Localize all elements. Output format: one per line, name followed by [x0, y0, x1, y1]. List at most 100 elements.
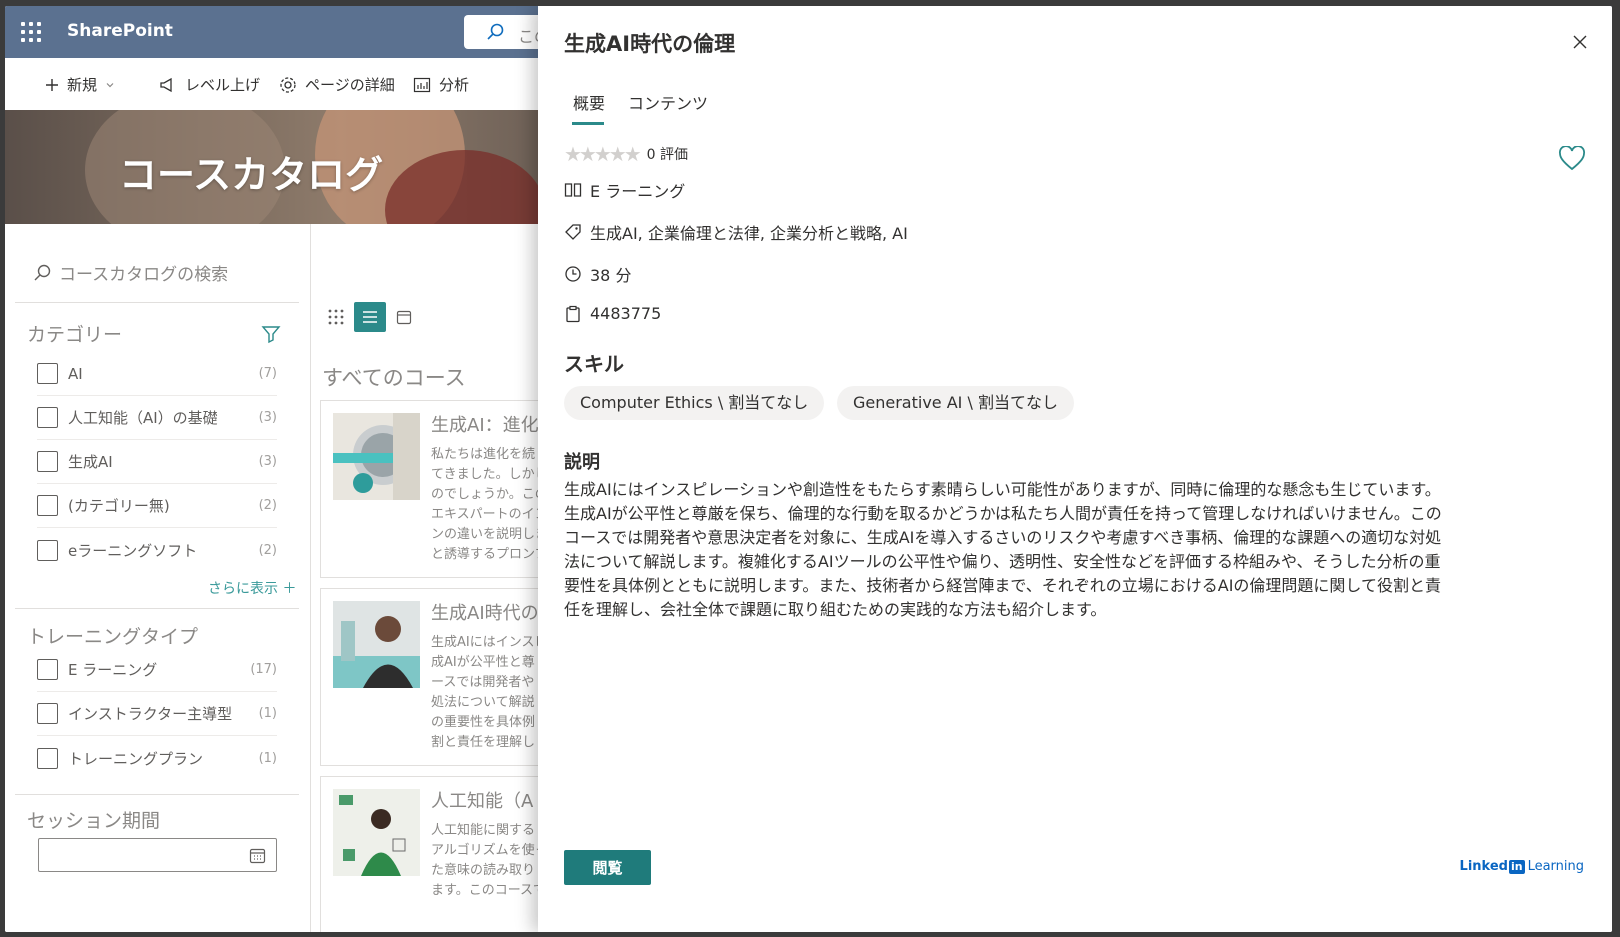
category-title: カテゴリー: [27, 324, 123, 346]
checkbox[interactable]: [37, 747, 58, 769]
calendar-view-icon[interactable]: [396, 309, 412, 325]
heart-icon[interactable]: [1558, 146, 1586, 172]
app-name[interactable]: SharePoint: [67, 21, 173, 41]
training-filter-instructor-led[interactable]: インストラクター主導型 (1): [37, 692, 277, 736]
checkbox[interactable]: [37, 659, 58, 680]
category-filter-none[interactable]: (カテゴリー無) (2): [37, 484, 277, 528]
page-details-button[interactable]: ページの詳細: [279, 74, 395, 95]
filter-count: (1): [258, 750, 277, 766]
star-rating-icon[interactable]: ★★★★★: [564, 142, 642, 166]
filter-label: eラーニングソフト: [68, 541, 198, 560]
course-title: 生成AI：進化: [431, 415, 539, 436]
browser-frame: SharePoint このサ 新規 レベル上げ ページの詳細 分析 コースカタロ…: [5, 6, 1612, 932]
close-icon[interactable]: [1570, 32, 1590, 52]
promote-button[interactable]: レベル上げ: [159, 74, 260, 95]
grid-view-icon[interactable]: [328, 309, 344, 325]
book-icon: [564, 183, 582, 197]
hero-title: コースカタログ: [119, 153, 384, 197]
training-filter-elearning[interactable]: E ラーニング (17): [37, 648, 277, 692]
view-course-button[interactable]: 閲覧: [564, 850, 651, 885]
course-list-area: すべてのコース 生成AI：進化 私たちは進化を続 てきました。しかし、 のでしょうか…: [312, 224, 580, 932]
category-filter-ai[interactable]: AI (7): [37, 352, 277, 396]
filter-label: 人工知能（AI）の基礎: [68, 409, 218, 427]
filter-count: (2): [258, 498, 277, 513]
list-view-button[interactable]: [354, 302, 386, 332]
rating-count: 0 評価: [646, 147, 689, 163]
filter-label: (カテゴリー無): [68, 497, 170, 515]
category-filter-ai-basics[interactable]: 人工知能（AI）の基礎 (3): [37, 396, 277, 440]
checkbox[interactable]: [37, 495, 58, 516]
catalog-search-placeholder: コースカタログの検索: [59, 265, 229, 285]
filter-label: 生成AI: [68, 453, 113, 471]
filter-label: インストラクター主導型: [68, 705, 233, 723]
analytics-button[interactable]: 分析: [413, 74, 469, 95]
panel-title: 生成AI時代の倫理: [564, 32, 736, 56]
show-more-link[interactable]: さらに表示 ＋: [208, 578, 296, 598]
filter-count: (3): [258, 454, 277, 469]
filter-label: E ラーニング: [68, 661, 158, 679]
hero-banner: コースカタログ: [5, 110, 565, 224]
view-switcher: [328, 302, 412, 332]
course-thumbnail: [333, 601, 420, 688]
training-type-row: E ラーニング: [564, 178, 685, 202]
all-courses-heading: すべてのコース: [322, 366, 466, 390]
checkbox[interactable]: [37, 539, 58, 561]
filter-panel: コースカタログの検索 カテゴリー AI (7) 人工知能（AI）の基礎 (3) …: [5, 224, 311, 932]
training-type: E ラーニング: [590, 182, 686, 201]
skill-chip[interactable]: Generative AI \ 割当てなし: [837, 386, 1074, 420]
chevron-down-icon: [106, 82, 114, 87]
filter-icon[interactable]: [261, 324, 281, 344]
description: 生成AIにはインスピレーションや創造性をもたらす素晴らしい可能性がありますが、同…: [564, 480, 1442, 619]
linkedin-learning-logo: Linked in Learning: [1459, 859, 1584, 874]
filter-count: (17): [250, 662, 277, 677]
plus-icon: [46, 78, 58, 91]
analytics-label: 分析: [439, 76, 470, 94]
calendar-icon[interactable]: [249, 847, 266, 864]
gear-icon: [280, 76, 296, 93]
training-filter-training-plan[interactable]: トレーニングプラン (1): [37, 736, 277, 780]
list-view-icon: [363, 311, 377, 323]
megaphone-icon: [160, 77, 172, 92]
filter-count: (2): [258, 542, 277, 558]
clipboard-icon: [566, 305, 580, 322]
catalog-search-input[interactable]: コースカタログの検索: [33, 260, 228, 285]
tab-contents[interactable]: コンテンツ: [628, 90, 708, 114]
checkbox[interactable]: [37, 363, 58, 384]
analytics-icon: [413, 77, 431, 92]
filter-label: AI: [68, 364, 83, 383]
category-filter-elearning-software[interactable]: eラーニングソフト (2): [37, 528, 277, 572]
course-thumbnail: [333, 789, 420, 876]
skills-heading: スキル: [564, 352, 624, 376]
search-icon: [487, 23, 504, 40]
session-date-input[interactable]: [38, 838, 277, 872]
filter-label: トレーニングプラン: [68, 749, 204, 768]
duration-row: 38 分: [564, 262, 631, 286]
new-button[interactable]: 新規: [45, 74, 115, 95]
checkbox[interactable]: [37, 407, 58, 428]
filter-count: (7): [258, 366, 277, 381]
session-period-title: セッション期間: [27, 810, 161, 832]
course-id: 4483775: [590, 304, 662, 323]
filter-count: (3): [258, 410, 277, 425]
search-icon: [34, 264, 51, 280]
tags-row: 生成AI, 企業倫理と法律, 企業分析と戦略, AI: [564, 220, 908, 244]
skill-chip[interactable]: Computer Ethics \ 割当てなし: [564, 386, 825, 420]
tab-overview[interactable]: 概要: [573, 90, 605, 114]
tag-icon: [565, 224, 581, 240]
course-thumbnail: [333, 413, 420, 500]
course-title: 生成AI時代の: [431, 603, 539, 624]
checkbox[interactable]: [37, 703, 58, 724]
promote-label: レベル上げ: [185, 76, 261, 94]
clock-icon: [565, 266, 581, 282]
filter-count: (1): [258, 706, 277, 721]
checkbox[interactable]: [37, 451, 58, 472]
course-detail-panel: 生成AI時代の倫理 概要 コンテンツ ★★★★★ 0 評価 E ラーニング 生成…: [538, 6, 1612, 932]
training-type-title: トレーニングタイプ: [27, 626, 199, 648]
course-id-row: 4483775: [564, 304, 661, 323]
page-details-label: ページの詳細: [305, 76, 395, 94]
tags: 生成AI, 企業倫理と法律, 企業分析と戦略, AI: [590, 224, 908, 243]
category-filter-generative-ai[interactable]: 生成AI (3): [37, 440, 277, 484]
new-label: 新規: [67, 76, 98, 94]
rating: ★★★★★ 0 評価: [564, 142, 688, 166]
app-launcher-icon[interactable]: [21, 22, 41, 42]
